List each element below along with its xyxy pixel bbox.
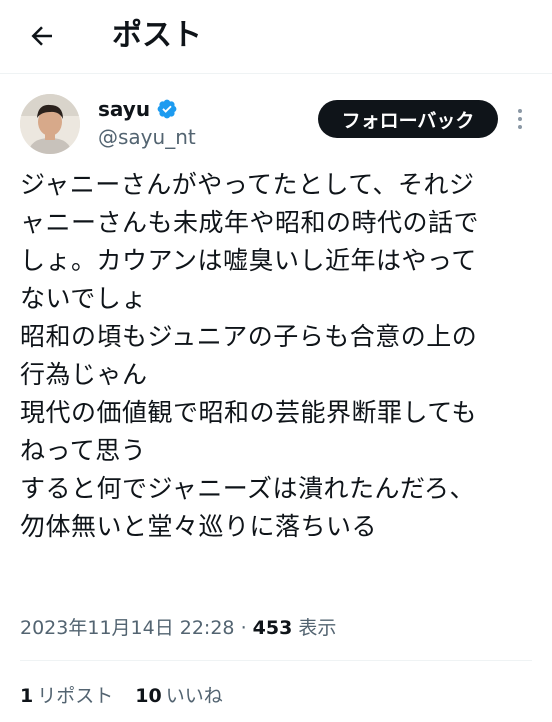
tweet-line: しょ。カウアンは嘘臭いし近年はやって bbox=[20, 246, 477, 275]
avatar[interactable] bbox=[20, 94, 80, 154]
views-count: 453 bbox=[252, 617, 293, 639]
reposts-count: 1 bbox=[20, 685, 34, 707]
tweet-meta: 2023年11月14日 22:28 · 453 表示 bbox=[20, 612, 336, 644]
follow-back-button[interactable]: フォローバック bbox=[318, 100, 498, 138]
back-button[interactable] bbox=[22, 16, 62, 56]
reposts-stat[interactable]: 1 リポスト bbox=[20, 680, 113, 712]
tweet-line: 昭和の頃もジュニアの子らも合意の上の bbox=[20, 322, 478, 351]
meta-separator: · bbox=[240, 617, 247, 639]
tweet-line: ねって思う bbox=[20, 436, 147, 465]
likes-label: いいね bbox=[165, 685, 223, 707]
tweet-line: 現代の価値観で昭和の芸能界断罪しても bbox=[20, 398, 478, 427]
views-label: 表示 bbox=[298, 617, 337, 639]
verified-badge-icon bbox=[157, 99, 177, 119]
arrow-left-icon bbox=[31, 26, 52, 46]
tweet-line: すると何でジャニーズは潰れたんだろ、 bbox=[20, 474, 476, 503]
more-vertical-icon bbox=[518, 109, 522, 113]
tweet-line: ャニーさんも未成年や昭和の時代の話で bbox=[20, 208, 480, 237]
page-title: ポスト bbox=[112, 18, 202, 53]
user-handle[interactable]: @sayu_nt bbox=[98, 124, 196, 150]
tweet-line: ないでしょ bbox=[20, 284, 147, 313]
tweet-line: 勿体無いと堂々巡りに落ちいる bbox=[20, 512, 378, 541]
tweet-line: 行為じゃん bbox=[20, 360, 148, 389]
tweet-line: ジャニーさんがやってたとして、それジ bbox=[20, 170, 475, 199]
more-options-button[interactable] bbox=[508, 104, 532, 134]
top-bar: ポスト bbox=[0, 0, 552, 74]
reposts-label: リポスト bbox=[37, 685, 114, 707]
avatar-image bbox=[20, 94, 80, 154]
engagement-stats: 1 リポスト 10 いいね bbox=[20, 680, 245, 712]
likes-stat[interactable]: 10 いいね bbox=[135, 680, 222, 712]
display-name-row: sayu bbox=[98, 96, 178, 122]
display-name[interactable]: sayu bbox=[98, 96, 150, 122]
author-row: sayu @sayu_nt フォローバック bbox=[0, 84, 552, 168]
tweet-text: ジャニーさんがやってたとして、それジ ャニーさんも未成年や昭和の時代の話で しょ… bbox=[20, 166, 532, 546]
likes-count: 10 bbox=[135, 685, 162, 707]
divider bbox=[20, 660, 532, 661]
timestamp[interactable]: 2023年11月14日 22:28 bbox=[20, 617, 235, 639]
